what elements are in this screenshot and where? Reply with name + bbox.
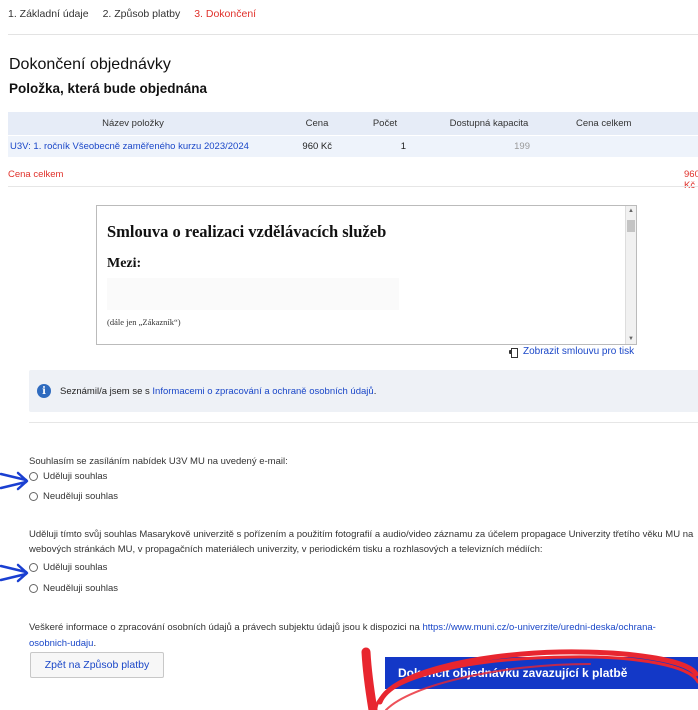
- header-total: Cena celkem: [576, 118, 632, 129]
- contract-between: Mezi:: [107, 256, 142, 271]
- info-text: Seznámil/a jsem se s: [60, 385, 150, 397]
- contract-scrollbar[interactable]: ▲ ▼: [625, 206, 636, 344]
- privacy-info-link[interactable]: Informacemi o zpracování a ochraně osobn…: [152, 386, 373, 397]
- header-price: Cena: [305, 118, 329, 129]
- radio-circle-icon[interactable]: [29, 584, 38, 593]
- radio-circle-icon[interactable]: [29, 563, 38, 572]
- info-icon: i: [37, 384, 51, 398]
- back-to-payment-button[interactable]: Zpět na Způsob platby: [30, 652, 164, 678]
- contract-preview[interactable]: Smlouva o realizaci vzdělávacích služeb …: [96, 205, 637, 345]
- consent-email-no-radio[interactable]: Neuděluji souhlas: [29, 491, 118, 502]
- step-basic-info[interactable]: 1. Základní údaje: [8, 8, 89, 20]
- consent-media-question: Uděluji tímto svůj souhlas Masarykově un…: [29, 529, 694, 555]
- radio-label: Neuděluji souhlas: [43, 583, 118, 594]
- print-contract-link[interactable]: Zobrazit smlouvu pro tisk: [509, 346, 635, 358]
- header-name: Název položky: [102, 118, 164, 129]
- step-completion: 3. Dokončení: [194, 8, 257, 20]
- item-name-link[interactable]: U3V: 1. ročník Všeobecně zaměřeného kurz…: [10, 141, 201, 152]
- section-title: Položka, která bude objednána: [9, 81, 208, 96]
- radio-label: Uděluji souhlas: [43, 562, 108, 573]
- checkout-steps: 1. Základní údaje 2. Způsob platby 3. Do…: [8, 8, 256, 20]
- contract-title: Smlouva o realizaci vzdělávacích služeb: [107, 222, 387, 241]
- privacy-info-box: i Seznámil/a jsem se s Informacemi o zpr…: [29, 370, 698, 412]
- header-count: Počet: [372, 118, 398, 129]
- divider: [8, 34, 698, 35]
- radio-label: Neuděluji souhlas: [43, 491, 118, 502]
- contract-note: (dále jen „Zákazník“): [107, 317, 181, 327]
- finish-order-button[interactable]: Dokončit objednávku zavazující k platbě: [385, 657, 698, 689]
- footer-text: Veškeré informace o zpracování osobních …: [29, 622, 420, 633]
- total-label: Cena celkem: [8, 169, 64, 180]
- consent-email-yes-radio[interactable]: Uděluji souhlas: [29, 471, 107, 482]
- arrow-annotation-icon: [0, 471, 29, 491]
- total-value: 960 Kč: [684, 169, 698, 191]
- page-title: Dokončení objednávky: [9, 56, 171, 73]
- scroll-up-icon[interactable]: ▲: [626, 208, 636, 214]
- info-period: .: [373, 385, 377, 397]
- divider: [29, 422, 698, 423]
- item-price: 960 Kč: [302, 141, 332, 152]
- consent-media-no-radio[interactable]: Neuděluji souhlas: [29, 583, 118, 594]
- privacy-footer: Veškeré informace o zpracování osobních …: [29, 620, 689, 652]
- radio-label: Uděluji souhlas: [43, 471, 108, 482]
- arrow-annotation-icon: [0, 563, 29, 583]
- radio-circle-icon[interactable]: [29, 472, 38, 481]
- radio-circle-icon[interactable]: [29, 492, 38, 501]
- total-row: Cena celkem 960 Kč: [8, 166, 698, 191]
- table-header: Název položky Cena Počet Dostupná kapaci…: [8, 112, 698, 135]
- divider: [8, 186, 698, 187]
- header-capacity: Dostupná kapacita: [449, 118, 529, 129]
- print-link-label: Zobrazit smlouvu pro tisk: [523, 346, 635, 357]
- item-year-link[interactable]: 2023/2024: [204, 141, 249, 152]
- printer-icon: [509, 347, 518, 358]
- step-payment-method[interactable]: 2. Způsob platby: [103, 8, 181, 20]
- consent-email-question: Souhlasím se zasíláním nabídek U3V MU na…: [29, 456, 288, 467]
- scroll-thumb[interactable]: [627, 220, 635, 232]
- customer-placeholder: [107, 278, 399, 310]
- item-capacity: 199: [514, 141, 530, 152]
- table-row: U3V: 1. ročník Všeobecně zaměřeného kurz…: [8, 135, 698, 157]
- consent-media-yes-radio[interactable]: Uděluji souhlas: [29, 562, 107, 573]
- item-name-cell: U3V: 1. ročník Všeobecně zaměřeného kurz…: [8, 141, 258, 152]
- footer-period: .: [93, 638, 97, 649]
- item-count: 1: [400, 141, 406, 152]
- order-table: Název položky Cena Počet Dostupná kapaci…: [8, 112, 698, 157]
- scroll-down-icon[interactable]: ▼: [626, 336, 636, 342]
